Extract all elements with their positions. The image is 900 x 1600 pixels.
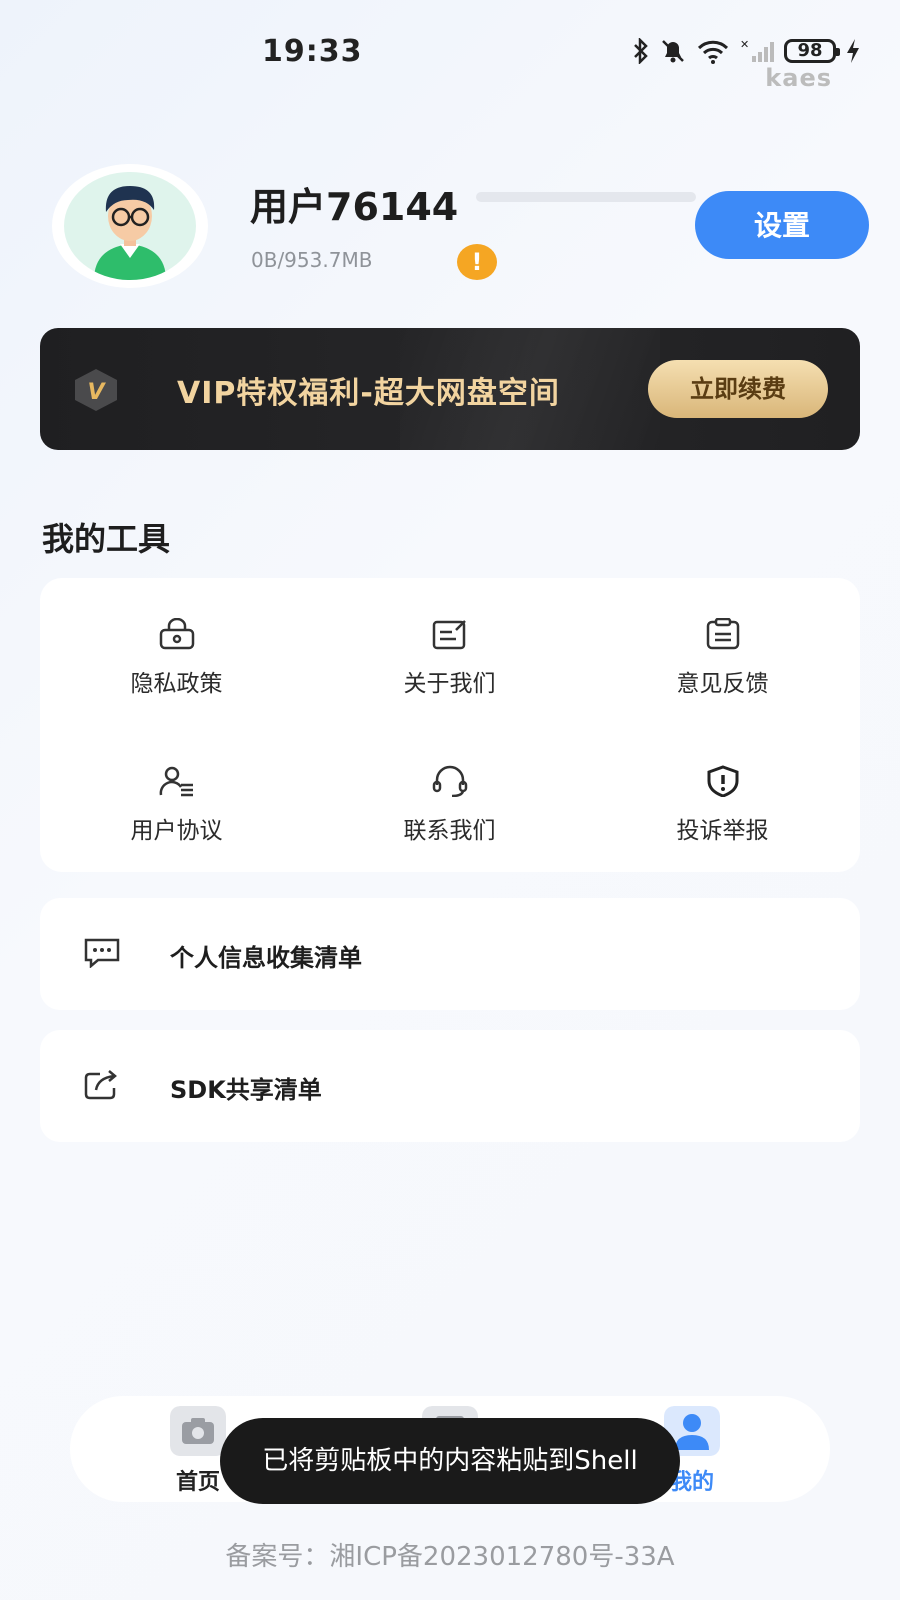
status-icons: ✕ 98 [632,38,860,64]
status-time: 19:33 [262,34,363,69]
wifi-icon [697,40,729,64]
tool-label: 投诉举报 [676,818,769,844]
vip-promo-text: VIP特权福利-超大网盘空间 [177,376,560,411]
tool-feedback[interactable]: 意见反馈 [586,578,859,725]
list-item-label: SDK共享清单 [170,1076,322,1104]
settings-button[interactable]: 设置 [695,191,869,259]
avatar[interactable] [52,164,208,288]
tools-section-title: 我的工具 [42,520,171,558]
tool-about-us[interactable]: 关于我们 [313,578,586,725]
storage-text: 0B/953.7MB [251,248,373,272]
renew-button[interactable]: 立即续费 [648,360,828,418]
storage-progress-bar [476,192,696,202]
list-item-personal-info[interactable]: 个人信息收集清单 [40,898,860,1010]
lock-bag-icon [159,618,194,650]
vip-badge-icon: V [75,369,117,411]
tool-label: 关于我们 [403,671,496,697]
user-list-icon [159,766,193,797]
list-item-sdk-sharing[interactable]: SDK共享清单 [40,1030,860,1142]
svg-text:V: V [87,380,106,405]
status-bar: 19:33 ✕ 98 kaes [0,0,900,100]
vip-banner[interactable]: V VIP特权福利-超大网盘空间 立即续费 [40,328,860,450]
list-item-label: 个人信息收集清单 [170,944,362,972]
bluetooth-icon [634,38,648,64]
signal-icon: ✕ [740,38,774,62]
share-icon [84,1070,117,1100]
headset-icon [432,765,467,797]
message-dots-icon [84,938,120,968]
tool-label: 用户协议 [130,818,223,844]
svg-text:✕: ✕ [740,38,749,51]
edit-doc-icon [432,620,466,650]
mute-bell-icon [662,40,684,63]
tool-user-agreement[interactable]: 用户协议 [40,725,313,872]
username: 用户76144 [250,185,459,229]
icp-footer: 备案号：湘ICP备2023012780号-33A [225,1542,675,1572]
camera-icon [170,1406,226,1456]
toast-message: 已将剪贴板中的内容粘贴到Shell [220,1418,680,1504]
charging-icon [847,39,859,63]
clipboard-icon [706,618,739,650]
tool-complaint-report[interactable]: 投诉举报 [586,725,859,872]
tool-privacy-policy[interactable]: 隐私政策 [40,578,313,725]
warning-icon[interactable]: ! [457,244,497,280]
shield-alert-icon [707,765,738,797]
carrier-watermark: kaes [765,64,832,92]
battery-icon: 98 [784,39,840,63]
tool-contact-us[interactable]: 联系我们 [313,725,586,872]
tool-label: 联系我们 [403,818,496,844]
tool-label: 隐私政策 [130,671,223,697]
tool-label: 意见反馈 [676,671,769,697]
tools-card: 隐私政策 关于我们 意见反馈 用户协议 联系我们 投诉举报 [40,578,860,872]
avatar-image [64,172,196,280]
